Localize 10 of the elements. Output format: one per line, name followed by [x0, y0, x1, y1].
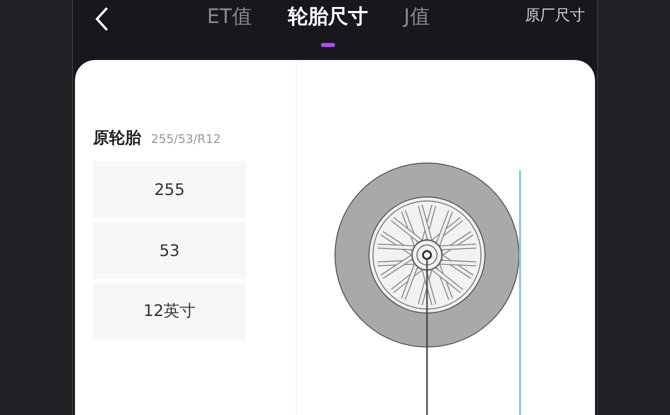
- size-value-field[interactable]: 12英寸: [93, 283, 246, 340]
- tab[interactable]: 轮胎尺寸: [288, 0, 368, 47]
- tab[interactable]: ET值: [207, 0, 252, 47]
- original-size-link[interactable]: 原厂尺寸: [525, 6, 585, 25]
- back-icon[interactable]: [93, 6, 111, 32]
- tire-spec: 255/53/R12: [151, 132, 221, 146]
- original-tire-title: 原轮胎: [93, 128, 141, 149]
- tab[interactable]: J值: [404, 0, 430, 47]
- size-value-field[interactable]: 53: [93, 222, 246, 279]
- size-value-field[interactable]: 255: [93, 161, 246, 218]
